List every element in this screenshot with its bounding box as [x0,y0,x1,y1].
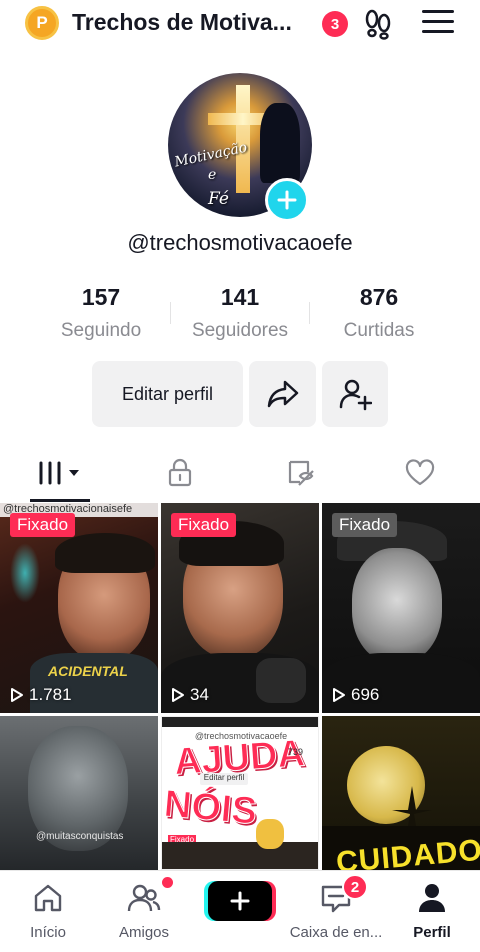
stat-likes[interactable]: 876 Curtidas [309,284,449,342]
account-name[interactable]: Trechos de Motiva... [72,9,292,36]
stat-label: Seguindo [60,320,142,341]
nav-label: Início [30,924,66,941]
videos-grid-icon [39,461,79,485]
points-badge-icon[interactable]: P [25,6,59,40]
tab-videos[interactable] [30,450,90,496]
play-icon [172,688,184,702]
view-count: 34 [171,685,209,705]
profile-icon [419,884,445,912]
add-user-icon [339,379,372,411]
stat-label: Seguidores [191,320,289,341]
video-thumbnail[interactable]: Fixado 696 [322,503,480,713]
footprints-icon[interactable] [362,8,394,40]
plus-icon [230,891,250,911]
clapping-hands-icon [256,819,284,849]
video-thumbnail[interactable]: CUIDADO [322,716,480,870]
view-count: 1.781 [10,685,72,705]
inner-edit-button: Editar perfil [200,773,248,785]
share-profile-button[interactable] [249,361,316,427]
repost-icon [288,460,314,486]
stat-followers[interactable]: 141 Seguidores [170,284,310,342]
video-thumbnail[interactable]: @trechosmotivacionaisefe ACIDENTAL Fixad… [0,503,158,713]
home-icon [34,884,62,912]
profile-tabs [0,450,480,502]
stat-value: 141 [220,284,260,310]
pinned-badge: Fixado [10,513,76,537]
stat-label: Curtidas [343,320,415,341]
plus-icon [277,190,297,210]
nav-label: Amigos [118,924,170,941]
account-notification-badge: 3 [322,11,348,37]
bottom-navigation: Início Amigos Caixa de en... 2 Perfil [0,870,480,952]
top-header: P Trechos de Motiva... 3 [0,0,480,48]
add-avatar-button[interactable] [265,178,309,222]
tab-private[interactable] [150,450,210,496]
avatar-text: e [208,167,217,183]
edit-profile-button[interactable]: Editar perfil [92,361,243,427]
pinned-badge: Fixado [171,513,237,537]
stat-following[interactable]: 157 Seguindo [31,284,171,342]
friends-icon [127,884,161,912]
play-icon [11,688,23,702]
nav-home[interactable]: Início [0,881,96,941]
username: @trechosmotivacaoefe [127,230,353,255]
nav-inbox[interactable]: Caixa de en... [288,881,384,941]
video-thumbnail[interactable]: @muitasconquistas [0,716,158,870]
lock-icon [168,458,192,487]
nav-label: Perfil [413,924,451,941]
friends-notification-dot [162,877,173,888]
inner-count: 739 [288,747,304,757]
menu-icon[interactable] [422,10,454,38]
watermark: @muitasconquistas [36,831,124,842]
add-friend-button[interactable] [322,361,388,427]
share-arrow-icon [267,380,298,408]
avatar-text: Fé [208,189,229,209]
video-thumbnail[interactable]: Fixado 34 [161,503,319,713]
tab-reposts[interactable] [270,450,330,496]
video-caption: ACIDENTAL [48,663,128,679]
video-thumbnail[interactable]: @trechosmotivacaoefe AJUDA 739 Editar pe… [161,716,319,870]
create-button[interactable] [208,881,272,921]
nav-label: Caixa de en... [289,924,383,941]
video-grid: @trechosmotivacionaisefe ACIDENTAL Fixad… [0,503,480,870]
view-count: 696 [332,685,379,705]
nav-friends[interactable]: Amigos [96,881,192,941]
video-caption: NÓIS [162,783,259,834]
stat-value: 157 [81,284,121,310]
heart-icon [405,459,435,486]
active-tab-indicator [30,499,90,502]
nav-profile[interactable]: Perfil [384,881,480,941]
pinned-badge: Fixado [332,513,398,537]
play-icon [333,688,345,702]
tab-liked[interactable] [390,450,450,496]
stat-value: 876 [359,284,399,310]
inbox-count-badge: 2 [342,874,368,900]
